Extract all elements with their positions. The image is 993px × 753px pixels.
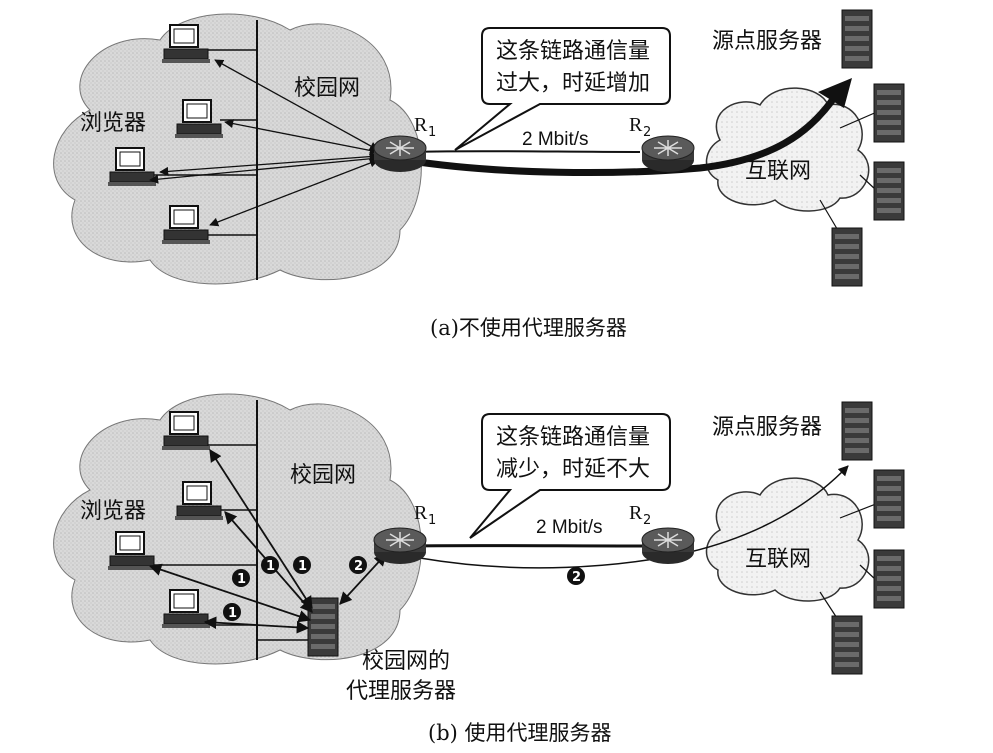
origin-server-1 [841, 9, 873, 69]
router-r2 [641, 135, 695, 173]
campus-label: 校园网 [290, 463, 356, 488]
origin-server-2 [873, 83, 905, 143]
router-r1 [373, 135, 427, 173]
router-r1-sub: 1 [428, 513, 436, 528]
router-r1-letter: R [414, 114, 428, 136]
router-r2 [641, 527, 695, 565]
origin-server-4 [831, 615, 863, 675]
callout-line2: 过大，时延增加 [496, 71, 650, 96]
origin-server-3 [873, 549, 905, 609]
browser-label: 浏览器 [80, 499, 146, 524]
callout-line2: 减少，时延不大 [496, 457, 650, 482]
router-r1-letter: R [414, 502, 428, 524]
step-marker: 1 [293, 556, 311, 574]
diagram-b: 1 1 1 1 2 2 浏览器 校园网 R 1 R 2 2 Mbit/s 这条链… [53, 393, 905, 745]
step-marker: 1 [261, 556, 279, 574]
proxy-server [307, 597, 339, 657]
campus-cloud [53, 13, 422, 285]
link-rate: 2 Mbit/s [536, 517, 603, 538]
router-r1 [373, 527, 427, 565]
proxy-label-line1: 校园网的 [362, 649, 450, 674]
step-marker: 2 [567, 567, 585, 585]
router-r2-sub: 2 [643, 125, 651, 140]
svg-text:1: 1 [228, 606, 237, 621]
internet-label: 互联网 [745, 547, 811, 572]
router-r1-sub: 1 [428, 125, 436, 140]
svg-text:1: 1 [298, 559, 307, 574]
router-r2-sub: 2 [643, 513, 651, 528]
proxy-label-line2: 代理服务器 [346, 679, 456, 704]
step-marker: 1 [232, 569, 250, 587]
origin-server-2 [873, 469, 905, 529]
step-marker: 1 [223, 603, 241, 621]
step-marker: 2 [349, 556, 367, 574]
svg-text:1: 1 [237, 572, 246, 587]
origin-label: 源点服务器 [712, 29, 822, 54]
link-rate: 2 Mbit/s [522, 129, 589, 150]
router-r2-letter: R [629, 502, 643, 524]
svg-text:2: 2 [354, 559, 363, 574]
callout-line1: 这条链路通信量 [496, 39, 650, 64]
origin-server-4 [831, 227, 863, 287]
origin-server-1 [841, 401, 873, 461]
campus-label: 校园网 [294, 76, 360, 101]
svg-text:2: 2 [572, 570, 581, 585]
diagram-a: 浏览器 校园网 R 1 R 2 2 Mbit/s 这条链路通信量 过大，时延增加… [53, 9, 905, 340]
origin-label: 源点服务器 [712, 415, 822, 440]
internet-label: 互联网 [745, 159, 811, 184]
callout-line1: 这条链路通信量 [496, 425, 650, 450]
router-r2-letter: R [629, 114, 643, 136]
browser-label: 浏览器 [80, 111, 146, 136]
caption-b: (b) 使用代理服务器 [428, 721, 612, 745]
caption-a: (a)不使用代理服务器 [430, 316, 627, 340]
origin-server-3 [873, 161, 905, 221]
svg-text:1: 1 [266, 559, 275, 574]
proxy-diagram: 浏览器 校园网 R 1 R 2 2 Mbit/s 这条链路通信量 过大，时延增加… [53, 9, 905, 745]
